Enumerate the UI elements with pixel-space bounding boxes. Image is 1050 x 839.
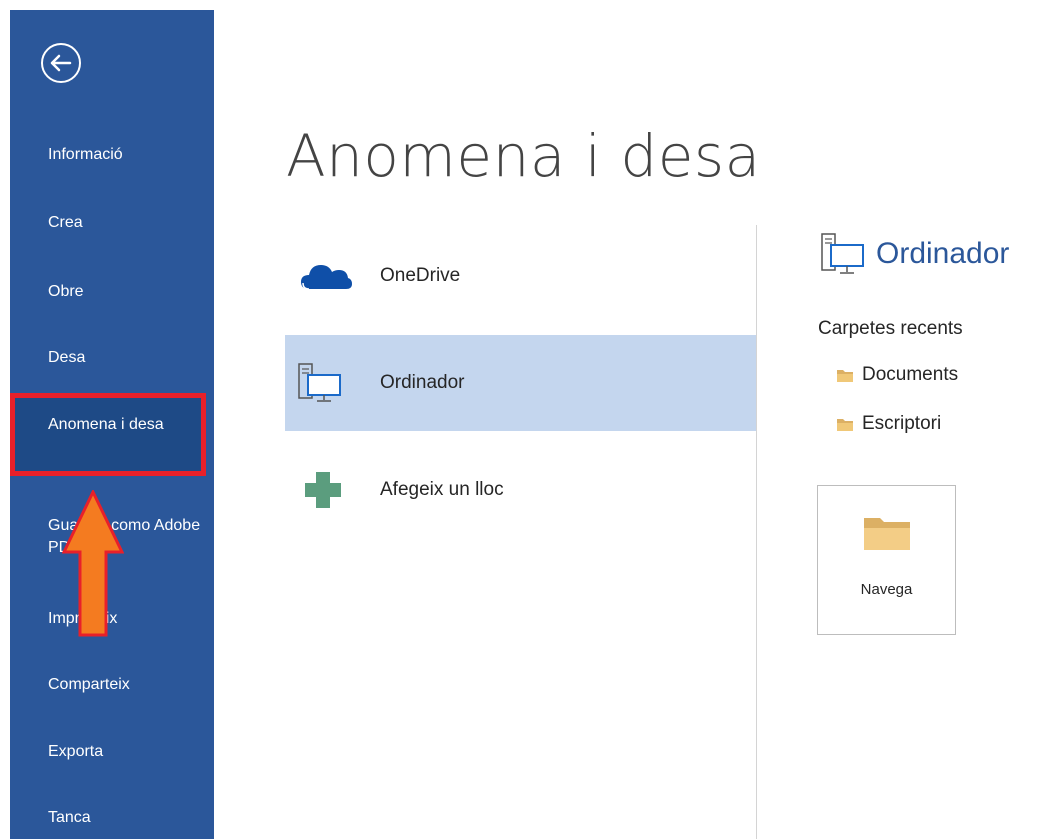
nav-item-save-as[interactable]: Anomena i desa [10,393,206,476]
nav-item-save-as-pdf[interactable]: Guardar como Adobe PDF [10,515,214,559]
nav-item-save-as-label: Anomena i desa [48,416,164,433]
recent-folder-desktop-label: Escriptori [862,413,942,434]
recent-folders-heading: Carpetes recents [818,318,963,339]
computer-icon [298,363,341,402]
nav-item-open[interactable]: Obre [10,281,214,303]
computer-icon [821,233,864,274]
back-arrow-icon [50,54,72,72]
onedrive-cloud-icon [301,265,352,290]
location-add-place[interactable]: Afegeix un lloc [285,442,756,538]
nav-item-export[interactable]: Exporta [10,741,214,763]
recent-folder-documents-label: Documents [862,364,959,385]
backstage-window: Informació Crea Obre Desa Anomena i desa… [0,0,1050,839]
browse-button[interactable]: Navega [817,485,956,635]
plus-icon [305,472,341,508]
recent-folder-documents[interactable]: Documents [836,362,958,388]
panel-title: Ordinador [876,237,1010,270]
nav-item-new[interactable]: Crea [10,212,214,234]
nav-item-share[interactable]: Comparteix [10,674,214,696]
folder-icon [864,518,910,550]
page-title: Anomena i desa [286,122,761,190]
nav-item-close[interactable]: Tanca [10,807,214,829]
back-button[interactable] [41,43,81,83]
nav-item-save[interactable]: Desa [10,347,214,369]
nav-item-save-as-pdf-label: Guardar como Adobe PDF [48,517,201,556]
nav-item-info[interactable]: Informació [10,144,214,166]
location-onedrive-label: OneDrive [380,265,461,286]
location-onedrive[interactable]: OneDrive [285,228,756,324]
panel-divider [756,225,757,839]
folder-icon [837,369,853,382]
location-computer[interactable]: Ordinador [285,335,756,431]
recent-folder-desktop[interactable]: Escriptori [836,411,941,437]
browse-button-label: Navega [860,581,913,598]
location-add-place-label: Afegeix un lloc [380,479,504,500]
folder-icon [837,418,853,431]
nav-item-print[interactable]: Imprimeix [10,608,214,630]
location-computer-label: Ordinador [380,372,465,393]
backstage-sidebar: Informació Crea Obre Desa Anomena i desa… [10,10,214,839]
